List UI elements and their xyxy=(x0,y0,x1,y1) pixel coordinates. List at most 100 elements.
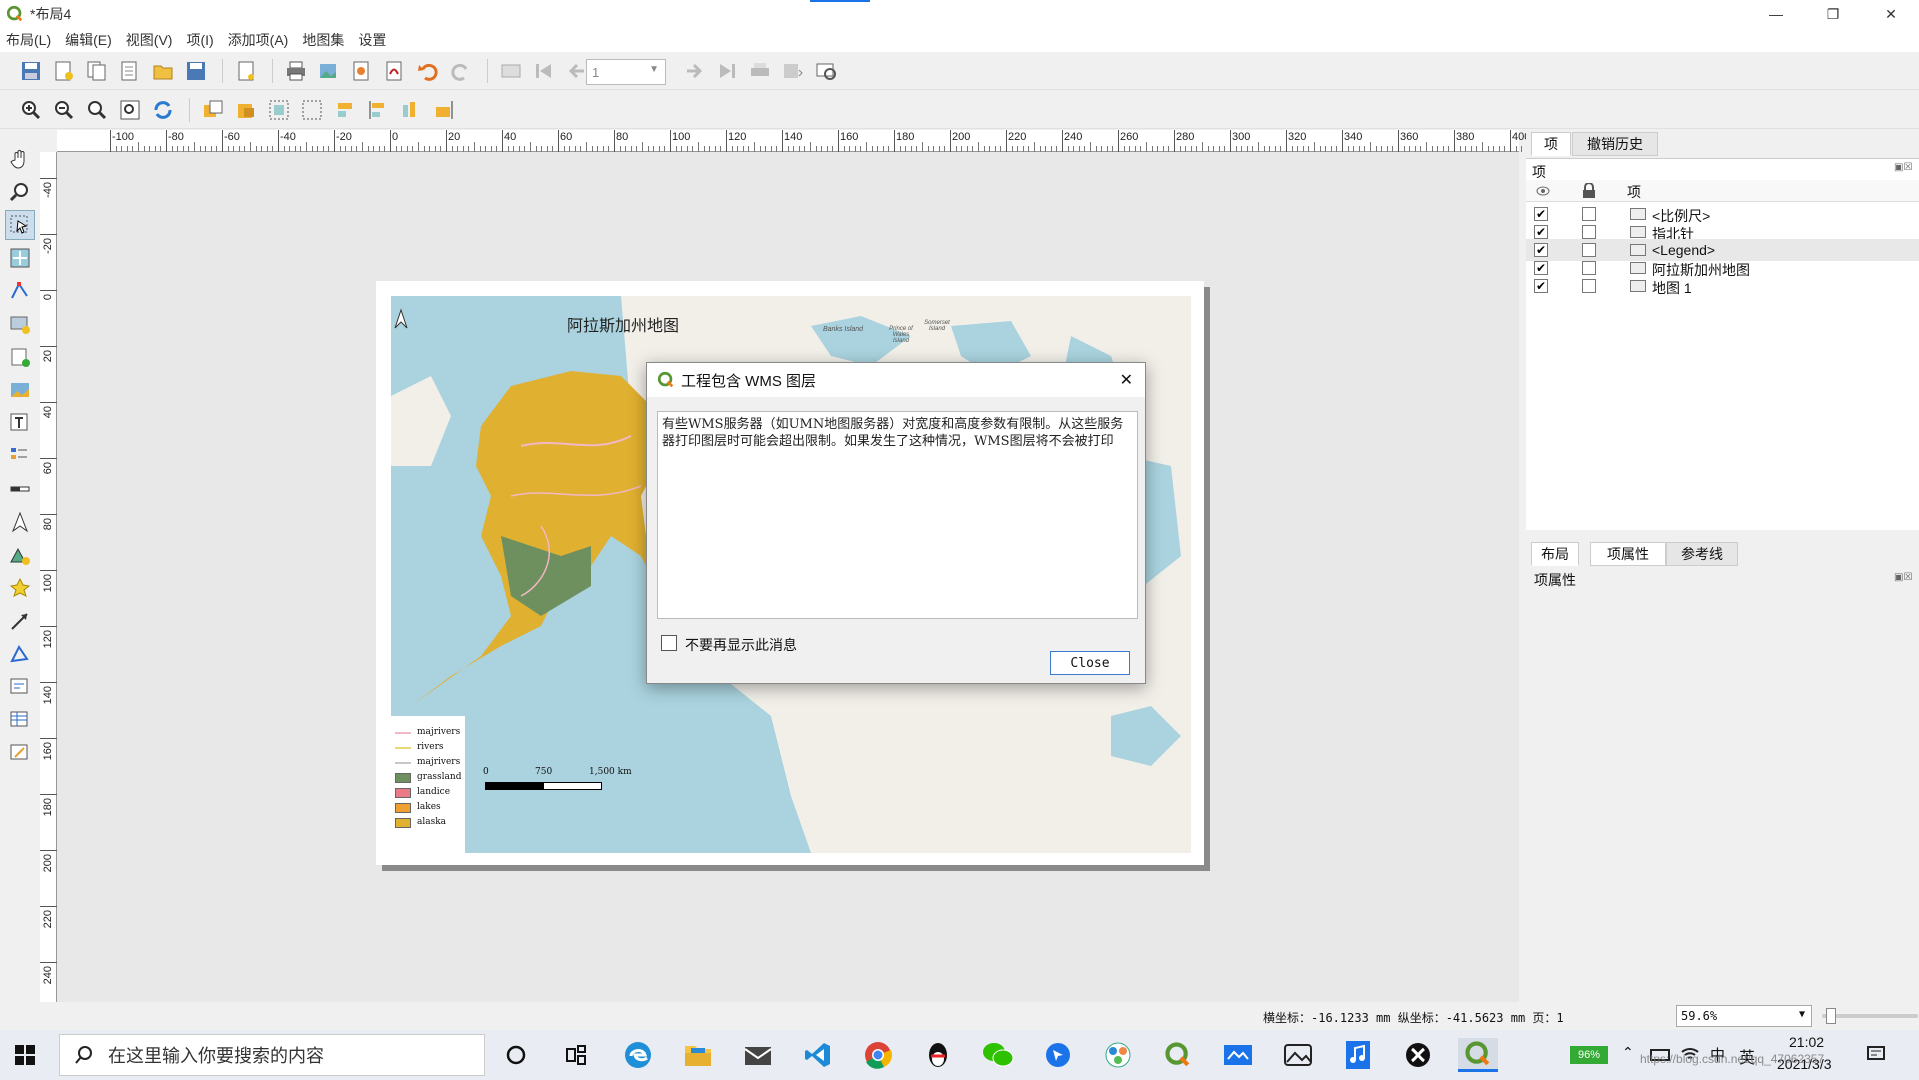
dont-show-again-checkbox[interactable] xyxy=(661,635,677,651)
add-node-item-tool[interactable] xyxy=(5,639,35,669)
add-label-tool[interactable] xyxy=(5,408,35,438)
resize-items-button[interactable] xyxy=(396,95,426,125)
atlas-settings-button[interactable] xyxy=(811,56,841,86)
redo-button[interactable] xyxy=(446,56,476,86)
menu-add-item[interactable]: 添加项(A) xyxy=(228,30,289,50)
export-atlas-button[interactable] xyxy=(778,56,808,86)
zoom-in-button[interactable] xyxy=(16,95,46,125)
chevron-up-icon[interactable]: ⌃ xyxy=(1622,1044,1634,1061)
last-feature-button[interactable] xyxy=(712,56,742,86)
menu-edit[interactable]: 编辑(E) xyxy=(65,30,112,50)
align-items-button[interactable] xyxy=(330,95,360,125)
taskbar-qgis-active[interactable] xyxy=(1458,1038,1498,1072)
duplicate-layout-button[interactable] xyxy=(82,56,112,86)
taskbar-wechat[interactable] xyxy=(978,1038,1018,1072)
item-lock-checkbox[interactable] xyxy=(1582,279,1596,293)
next-feature-button[interactable] xyxy=(679,56,709,86)
group-items-button[interactable] xyxy=(264,95,294,125)
taskbar-app-blue[interactable] xyxy=(1098,1038,1138,1072)
item-visible-checkbox[interactable]: ✔ xyxy=(1534,279,1548,293)
add-map-tool[interactable] xyxy=(5,309,35,339)
zoom-actual-button[interactable] xyxy=(82,95,112,125)
add-html-tool[interactable] xyxy=(5,672,35,702)
taskbar-whiteboard[interactable] xyxy=(1218,1038,1258,1072)
refresh-button[interactable] xyxy=(148,95,178,125)
first-feature-button[interactable] xyxy=(529,56,559,86)
taskbar-edge[interactable] xyxy=(618,1038,658,1072)
windows-start-button[interactable] xyxy=(15,1045,35,1068)
add-legend-tool[interactable] xyxy=(5,441,35,471)
print-button[interactable] xyxy=(281,56,311,86)
raise-items-button[interactable] xyxy=(198,95,228,125)
atlas-preview-button[interactable] xyxy=(496,56,526,86)
add-picture-tool[interactable] xyxy=(5,375,35,405)
tab-item-properties[interactable]: 项属性 xyxy=(1590,542,1666,566)
add-attribute-table-tool[interactable] xyxy=(5,705,35,735)
taskbar-chrome[interactable] xyxy=(858,1038,898,1072)
tab-undo-history[interactable]: 撤销历史 xyxy=(1572,132,1658,156)
clock-time[interactable]: 21:02 xyxy=(1789,1034,1824,1050)
add-scalebar-tool[interactable] xyxy=(5,474,35,504)
tab-layout[interactable]: 布局 xyxy=(1531,542,1579,566)
atlas-page-selector[interactable]: 1 ▼ xyxy=(586,59,666,85)
undo-button[interactable] xyxy=(413,56,443,86)
close-window-button[interactable]: ✕ xyxy=(1868,0,1914,28)
minimize-button[interactable]: — xyxy=(1753,0,1799,28)
taskbar-photos[interactable] xyxy=(1278,1038,1318,1072)
float-close-icon[interactable]: ▣☒ xyxy=(1894,162,1912,173)
menu-settings[interactable]: 设置 xyxy=(358,30,386,50)
zoom-full-button[interactable] xyxy=(115,95,145,125)
open-template-button[interactable] xyxy=(148,56,178,86)
zoom-out-button[interactable] xyxy=(49,95,79,125)
taskbar-xbox[interactable] xyxy=(1398,1038,1438,1072)
add-shape-tool[interactable] xyxy=(5,540,35,570)
notification-icon[interactable] xyxy=(1866,1044,1886,1064)
taskbar-search-box[interactable]: 在这里输入你要搜索的内容 xyxy=(59,1034,485,1076)
lock-items-button[interactable] xyxy=(231,95,261,125)
taskbar-file-explorer[interactable] xyxy=(678,1038,718,1072)
export-pdf-button[interactable] xyxy=(380,56,410,86)
taskbar-music[interactable] xyxy=(1338,1038,1378,1072)
ungroup-items-button[interactable] xyxy=(297,95,327,125)
item-lock-checkbox[interactable] xyxy=(1582,225,1596,239)
item-lock-checkbox[interactable] xyxy=(1582,207,1596,221)
taskbar-feishu[interactable] xyxy=(1038,1038,1078,1072)
item-lock-checkbox[interactable] xyxy=(1582,243,1596,257)
layout-manager-button[interactable] xyxy=(115,56,145,86)
zoom-slider-handle[interactable] xyxy=(1826,1008,1836,1024)
menu-items[interactable]: 项(I) xyxy=(186,30,213,50)
task-view-button[interactable] xyxy=(556,1038,596,1072)
taskbar-qgis[interactable] xyxy=(1158,1038,1198,1072)
select-move-tool[interactable] xyxy=(5,210,35,240)
zoom-slider[interactable] xyxy=(1822,1014,1918,1018)
item-row[interactable]: ✔ 地图 1 xyxy=(1526,275,1919,297)
dialog-close-button[interactable]: Close xyxy=(1050,651,1130,675)
item-visible-checkbox[interactable]: ✔ xyxy=(1534,261,1548,275)
edit-nodes-tool[interactable] xyxy=(5,276,35,306)
add-north-arrow-tool[interactable] xyxy=(5,507,35,537)
save-layout-button[interactable] xyxy=(16,56,46,86)
print-atlas-button[interactable] xyxy=(745,56,775,86)
menu-layout[interactable]: 布局(L) xyxy=(6,30,51,50)
tab-items[interactable]: 项 xyxy=(1531,132,1571,156)
menu-view[interactable]: 视图(V) xyxy=(126,30,173,50)
taskbar-qq[interactable] xyxy=(918,1038,958,1072)
float-close-icon[interactable]: ▣☒ xyxy=(1894,572,1912,583)
item-visible-checkbox[interactable]: ✔ xyxy=(1534,225,1548,239)
export-image-button[interactable] xyxy=(314,56,344,86)
add-arrow-tool[interactable] xyxy=(5,606,35,636)
item-visible-checkbox[interactable]: ✔ xyxy=(1534,243,1548,257)
item-visible-checkbox[interactable]: ✔ xyxy=(1534,207,1548,221)
add-fixed-table-tool[interactable] xyxy=(5,738,35,768)
new-layout-button[interactable] xyxy=(49,56,79,86)
add-3d-map-tool[interactable] xyxy=(5,342,35,372)
move-content-tool[interactable] xyxy=(5,243,35,273)
dialog-close-icon[interactable]: ✕ xyxy=(1120,370,1133,390)
zoom-combobox[interactable]: 59.6% ▼ xyxy=(1676,1005,1812,1027)
add-marker-tool[interactable] xyxy=(5,573,35,603)
distribute-items-button[interactable] xyxy=(363,95,393,125)
taskbar-mail[interactable] xyxy=(738,1038,778,1072)
export-svg-button[interactable] xyxy=(347,56,377,86)
item-lock-checkbox[interactable] xyxy=(1582,261,1596,275)
pan-tool[interactable] xyxy=(5,144,35,174)
